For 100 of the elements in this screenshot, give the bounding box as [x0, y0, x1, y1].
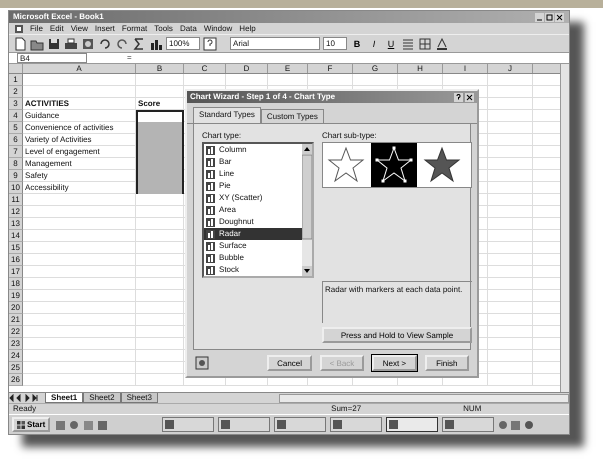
row-number[interactable]: 25 — [9, 362, 23, 374]
menu-item[interactable]: Insert — [94, 22, 115, 34]
preview-icon[interactable] — [81, 36, 95, 50]
help-icon[interactable] — [203, 36, 217, 50]
menu-item[interactable]: File — [30, 22, 43, 34]
row-number[interactable]: 6 — [9, 134, 23, 146]
sheet-tab[interactable]: Sheet1 — [45, 393, 84, 403]
wizard-button[interactable]: Finish — [424, 355, 470, 371]
menu-item[interactable]: Edit — [50, 22, 64, 34]
wizard-button[interactable]: Next > — [372, 355, 417, 371]
sample-button[interactable]: Press and Hold to View Sample — [322, 327, 472, 343]
name-box[interactable]: B4 — [17, 53, 87, 63]
row-number[interactable]: 16 — [9, 254, 23, 266]
list-item[interactable]: Column — [204, 144, 302, 156]
row-number[interactable]: 2 — [9, 86, 23, 98]
print-icon[interactable] — [64, 36, 78, 50]
excel-icon[interactable] — [15, 24, 23, 32]
column-header[interactable]: D — [226, 64, 268, 73]
row-number[interactable]: 19 — [9, 290, 23, 302]
list-item[interactable]: XY (Scatter) — [204, 192, 302, 204]
row-number[interactable]: 17 — [9, 266, 23, 278]
column-header[interactable]: A — [23, 64, 136, 73]
column-header[interactable]: H — [398, 64, 443, 73]
sum-icon[interactable] — [132, 36, 146, 50]
new-document-icon[interactable] — [13, 36, 27, 50]
list-item[interactable]: Stock — [204, 264, 302, 276]
table-cell[interactable]: Score — [136, 98, 184, 110]
undo-icon[interactable] — [98, 36, 112, 50]
taskbar-button[interactable] — [442, 417, 494, 432]
list-item[interactable]: Bubble — [204, 252, 302, 264]
borders-icon[interactable] — [418, 36, 432, 50]
row-number[interactable]: 22 — [9, 326, 23, 338]
row-number[interactable]: 12 — [9, 206, 23, 218]
align-icon[interactable] — [401, 36, 415, 50]
row-number[interactable]: 13 — [9, 218, 23, 230]
menu-item[interactable]: Tools — [154, 22, 173, 34]
list-item[interactable]: Line — [204, 168, 302, 180]
list-item[interactable]: Doughnut — [204, 216, 302, 228]
row-number[interactable]: 8 — [9, 158, 23, 170]
menu-item[interactable]: View — [70, 22, 88, 34]
row-number[interactable]: 11 — [9, 194, 23, 206]
row-number[interactable]: 20 — [9, 302, 23, 314]
taskbar-button[interactable] — [274, 417, 326, 432]
wizard-button[interactable]: Cancel — [267, 355, 312, 371]
menu-item[interactable]: Window — [204, 22, 232, 34]
underline-button[interactable]: U — [384, 36, 398, 50]
column-header[interactable]: E — [268, 64, 308, 73]
formula-equals[interactable]: = — [127, 52, 132, 64]
row-number[interactable]: 14 — [9, 230, 23, 242]
column-header[interactable]: I — [443, 64, 488, 73]
row-number[interactable]: 7 — [9, 146, 23, 158]
column-header[interactable]: G — [353, 64, 398, 73]
taskbar-button[interactable] — [218, 417, 270, 432]
taskbar-button[interactable] — [330, 417, 382, 432]
menu-item[interactable]: Format — [122, 22, 148, 34]
radar-chart-icon[interactable] — [374, 145, 414, 185]
list-item[interactable]: Surface — [204, 240, 302, 252]
row-number[interactable]: 21 — [9, 314, 23, 326]
font-size-field[interactable]: 10 — [323, 37, 347, 50]
menu-item[interactable]: Data — [180, 22, 197, 34]
taskbar-button[interactable] — [386, 417, 438, 432]
office-assistant-icon[interactable] — [195, 356, 209, 370]
row-number[interactable]: 5 — [9, 122, 23, 134]
dialog-tab[interactable]: Custom Types — [260, 109, 324, 123]
dialog-tab[interactable]: Standard Types — [193, 107, 261, 123]
table-cell[interactable] — [136, 110, 184, 122]
list-item[interactable]: Radar — [204, 228, 302, 240]
table-cell[interactable] — [136, 182, 184, 194]
redo-icon[interactable] — [115, 36, 129, 50]
row-number[interactable]: 1 — [9, 74, 23, 86]
window-controls-icon[interactable] — [535, 12, 565, 22]
row-number[interactable]: 23 — [9, 338, 23, 350]
dialog-controls-icon[interactable] — [454, 92, 474, 102]
sheet-tab[interactable]: Sheet3 — [120, 393, 158, 403]
list-item[interactable]: Pie — [204, 180, 302, 192]
bold-button[interactable]: B — [350, 36, 364, 50]
italic-button[interactable]: I — [367, 36, 381, 50]
column-header[interactable]: B — [136, 64, 184, 73]
list-item[interactable]: Area — [204, 204, 302, 216]
sheet-tab[interactable]: Sheet2 — [83, 393, 121, 403]
row-number[interactable]: 26 — [9, 374, 23, 386]
column-header[interactable]: C — [184, 64, 226, 73]
radar-chart-icon[interactable] — [326, 145, 366, 185]
table-cell[interactable] — [136, 122, 184, 134]
font-color-icon[interactable] — [435, 36, 449, 50]
row-number[interactable]: 10 — [9, 182, 23, 194]
font-field[interactable]: Arial — [230, 37, 320, 50]
row-number[interactable]: 4 — [9, 110, 23, 122]
column-header[interactable]: J — [488, 64, 533, 73]
row-number[interactable]: 9 — [9, 170, 23, 182]
row-number[interactable]: 15 — [9, 242, 23, 254]
start-button[interactable]: Start — [12, 417, 50, 432]
row-number[interactable]: 24 — [9, 350, 23, 362]
save-icon[interactable] — [47, 36, 61, 50]
zoom-field[interactable]: 100% — [166, 37, 200, 50]
scrollbar[interactable] — [560, 64, 569, 392]
taskbar-button[interactable] — [162, 417, 214, 432]
column-header[interactable]: F — [308, 64, 353, 73]
row-number[interactable]: 18 — [9, 278, 23, 290]
radar-chart-icon[interactable] — [422, 145, 462, 185]
